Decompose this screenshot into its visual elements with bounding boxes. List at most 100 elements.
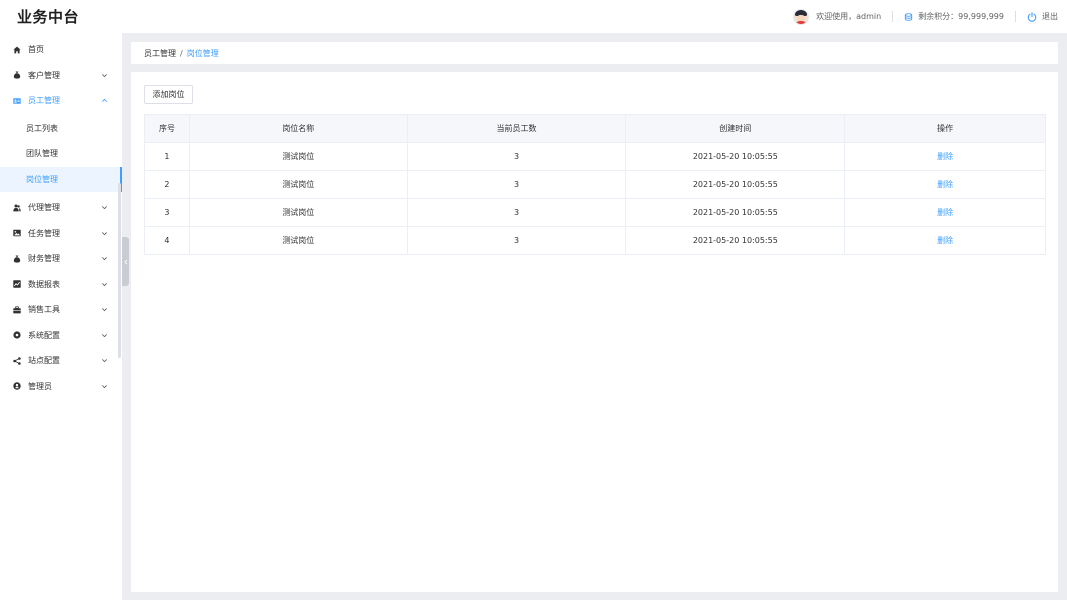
sidebar-item-report[interactable]: 数据报表 [0, 272, 122, 298]
id-card-icon [13, 97, 21, 105]
money-bag-icon [13, 255, 21, 263]
delete-link[interactable]: 删除 [937, 236, 953, 245]
header-divider [1015, 11, 1016, 22]
logout-label: 退出 [1042, 12, 1058, 21]
sidebar-item-label: 代理管理 [28, 203, 60, 213]
cell-time: 2021-05-20 10:05:55 [625, 142, 846, 171]
sidebar-item-finance[interactable]: 财务管理 [0, 246, 122, 272]
cell-name: 测试岗位 [188, 170, 408, 199]
sidebar-item-customer[interactable]: 客户管理 [0, 63, 122, 89]
sidebar-item-sales[interactable]: 销售工具 [0, 297, 122, 323]
sidebar-subitem-position[interactable]: 岗位管理 [0, 166, 122, 192]
sidebar-item-label: 管理员 [28, 381, 52, 391]
sidebar-item-admin[interactable]: 管理员 [0, 374, 122, 400]
chart-icon [13, 280, 21, 288]
cell-name: 测试岗位 [188, 226, 408, 255]
cell-time: 2021-05-20 10:05:55 [625, 198, 846, 227]
cell-action: 删除 [844, 170, 1046, 199]
chevron-down-icon [102, 359, 107, 363]
column-header-name: 岗位名称 [188, 114, 408, 143]
sidebar-subitem-employee-list[interactable]: 员工列表 [0, 116, 122, 142]
logout-button[interactable]: 退出 [1027, 11, 1058, 22]
sidebar-item-label: 客户管理 [28, 70, 60, 80]
cell-time: 2021-05-20 10:05:55 [625, 226, 846, 255]
home-icon [13, 46, 21, 54]
briefcase-icon [13, 306, 21, 314]
add-position-button[interactable]: 添加岗位 [144, 85, 193, 104]
sidebar-item-agent[interactable]: 代理管理 [0, 195, 122, 221]
table-row: 2 测试岗位 3 2021-05-20 10:05:55 删除 [144, 170, 1046, 199]
sidebar-item-label: 任务管理 [28, 228, 60, 238]
share-icon [13, 356, 21, 365]
cell-no: 1 [144, 142, 190, 171]
cell-time: 2021-05-20 10:05:55 [625, 170, 846, 199]
top-header: 业务中台 欢迎使用，admin 剩余积分：99,999,999 退出 [0, 0, 1067, 33]
sidebar-scrollbar[interactable] [118, 183, 121, 358]
cell-count: 3 [406, 226, 627, 255]
power-icon [1027, 11, 1037, 22]
sidebar-item-system[interactable]: 系统配置 [0, 323, 122, 349]
chevron-down-icon [102, 308, 107, 312]
money-bag-icon [13, 71, 21, 79]
table-row: 4 测试岗位 3 2021-05-20 10:05:55 删除 [144, 226, 1046, 255]
sidebar-item-label: 系统配置 [28, 330, 60, 340]
points-info: 剩余积分：99,999,999 [904, 11, 1004, 22]
gear-icon [13, 331, 21, 339]
header-divider [892, 11, 894, 22]
column-header-time: 创建时间 [625, 114, 846, 143]
user-info[interactable]: 欢迎使用，admin [793, 8, 881, 25]
cell-count: 3 [406, 198, 627, 227]
position-table: 序号 岗位名称 当前员工数 创建时间 操作 1 测试岗位 3 2021-05-2… [144, 114, 1046, 255]
chevron-left-icon [123, 259, 127, 264]
sidebar-item-employee[interactable]: 员工管理 [0, 88, 122, 114]
chevron-up-icon [102, 98, 107, 103]
column-header-action: 操作 [844, 114, 1046, 143]
sidebar-collapse-handle[interactable] [122, 237, 129, 286]
sidebar-item-label: 站点配置 [28, 356, 60, 366]
header-right: 欢迎使用，admin 剩余积分：99,999,999 退出 [793, 8, 1058, 25]
chevron-down-icon [102, 231, 107, 236]
main-panel: 添加岗位 序号 岗位名称 当前员工数 创建时间 操作 1 测试岗位 3 2021… [131, 72, 1058, 592]
points-text: 剩余积分：99,999,999 [918, 12, 1004, 21]
sidebar: 首页 客户管理 员工管理 员工列表 团队管理 岗位管理 代理管理 任务管理 财务… [0, 33, 122, 600]
cell-action: 删除 [844, 142, 1046, 171]
app-logo: 业务中台 [17, 8, 80, 26]
sidebar-item-task[interactable]: 任务管理 [0, 221, 122, 247]
sidebar-item-label: 员工管理 [28, 96, 60, 106]
sidebar-item-label: 首页 [28, 45, 44, 55]
table-row: 1 测试岗位 3 2021-05-20 10:05:55 删除 [144, 142, 1046, 171]
database-icon [905, 12, 913, 21]
users-icon [13, 204, 21, 212]
breadcrumb-parent[interactable]: 员工管理 [144, 48, 176, 59]
sidebar-item-label: 财务管理 [28, 254, 60, 264]
image-icon [13, 229, 21, 237]
sidebar-subitem-team[interactable]: 团队管理 [0, 141, 122, 167]
chevron-down-icon [102, 73, 107, 78]
cell-name: 测试岗位 [188, 198, 408, 227]
column-header-no: 序号 [144, 114, 190, 143]
delete-link[interactable]: 删除 [937, 208, 953, 217]
sidebar-item-site[interactable]: 站点配置 [0, 348, 122, 374]
table-row: 3 测试岗位 3 2021-05-20 10:05:55 删除 [144, 198, 1046, 227]
chevron-down-icon [102, 206, 107, 210]
sidebar-item-label: 数据报表 [28, 279, 60, 289]
cell-no: 3 [144, 198, 190, 227]
delete-link[interactable]: 删除 [937, 180, 953, 189]
cell-no: 4 [144, 226, 190, 255]
cell-action: 删除 [844, 226, 1046, 255]
delete-link[interactable]: 删除 [937, 152, 953, 161]
column-header-count: 当前员工数 [406, 114, 627, 143]
cell-no: 2 [144, 170, 190, 199]
avatar[interactable] [793, 8, 810, 25]
sidebar-item-home[interactable]: 首页 [0, 37, 122, 63]
table-header-row: 序号 岗位名称 当前员工数 创建时间 操作 [144, 114, 1046, 143]
sidebar-item-label: 销售工具 [28, 305, 60, 315]
chevron-down-icon [102, 333, 107, 338]
breadcrumb: 员工管理 / 岗位管理 [131, 42, 1058, 64]
cell-name: 测试岗位 [188, 142, 408, 171]
breadcrumb-separator: / [180, 48, 183, 58]
user-circle-icon [13, 382, 21, 390]
cell-action: 删除 [844, 198, 1046, 227]
chevron-down-icon [102, 384, 107, 389]
breadcrumb-current: 岗位管理 [186, 48, 219, 58]
